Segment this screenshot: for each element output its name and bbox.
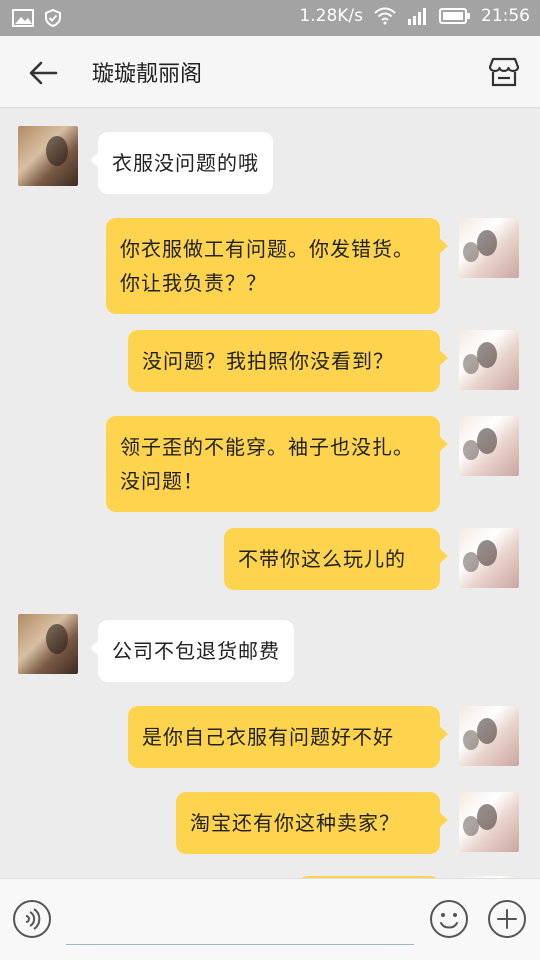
voice-icon[interactable] [12,899,52,939]
plus-icon[interactable] [487,899,527,939]
user-avatar[interactable] [459,330,519,390]
clock: 21:56 [481,6,530,26]
message-list[interactable]: 衣服没问题的哦 你衣服做工有问题。你发错货。你让我负责？？ 没问题？我拍照你没看… [0,108,540,878]
message-bubble-outgoing[interactable]: 没问题？我拍照你没看到？ [128,330,448,392]
seller-avatar[interactable] [18,126,78,186]
gallery-icon [12,9,34,27]
network-speed: 1.28K/s [299,6,363,26]
back-arrow-icon[interactable] [26,56,60,90]
shop-icon[interactable] [486,54,522,90]
user-avatar[interactable] [459,528,519,588]
input-bar [0,878,540,960]
message-bubble-outgoing[interactable]: 是你自己衣服有问题好不好 [128,706,448,768]
status-bar: 1.28K/s 21:56 [0,0,540,36]
battery-icon [439,8,470,24]
user-avatar[interactable] [459,416,519,476]
message-bubble-outgoing[interactable]: 你衣服做工有问题。你发错货。你让我负责？？ [106,218,448,314]
message-bubble-outgoing[interactable]: 不带你这么玩儿的 [224,528,448,590]
message-bubble-outgoing[interactable]: 淘宝还有你这种卖家？ [176,792,448,854]
page-title: 璇璇靓丽阁 [92,62,203,87]
message-bubble-incoming[interactable]: 衣服没问题的哦 [90,132,273,194]
message-input[interactable] [66,899,414,945]
user-avatar[interactable] [459,792,519,852]
user-avatar[interactable] [459,706,519,766]
shield-icon [45,8,61,28]
message-bubble-incoming[interactable]: 公司不包退货邮费 [90,620,294,682]
message-bubble-outgoing[interactable]: 领子歪的不能穿。袖子也没扎。没问题！ [106,416,448,512]
wifi-icon [374,7,396,25]
seller-avatar[interactable] [18,614,78,674]
user-avatar[interactable] [459,218,519,278]
signal-icon [408,8,426,25]
chat-header: 璇璇靓丽阁 [0,36,540,108]
emoji-icon[interactable] [429,899,469,939]
